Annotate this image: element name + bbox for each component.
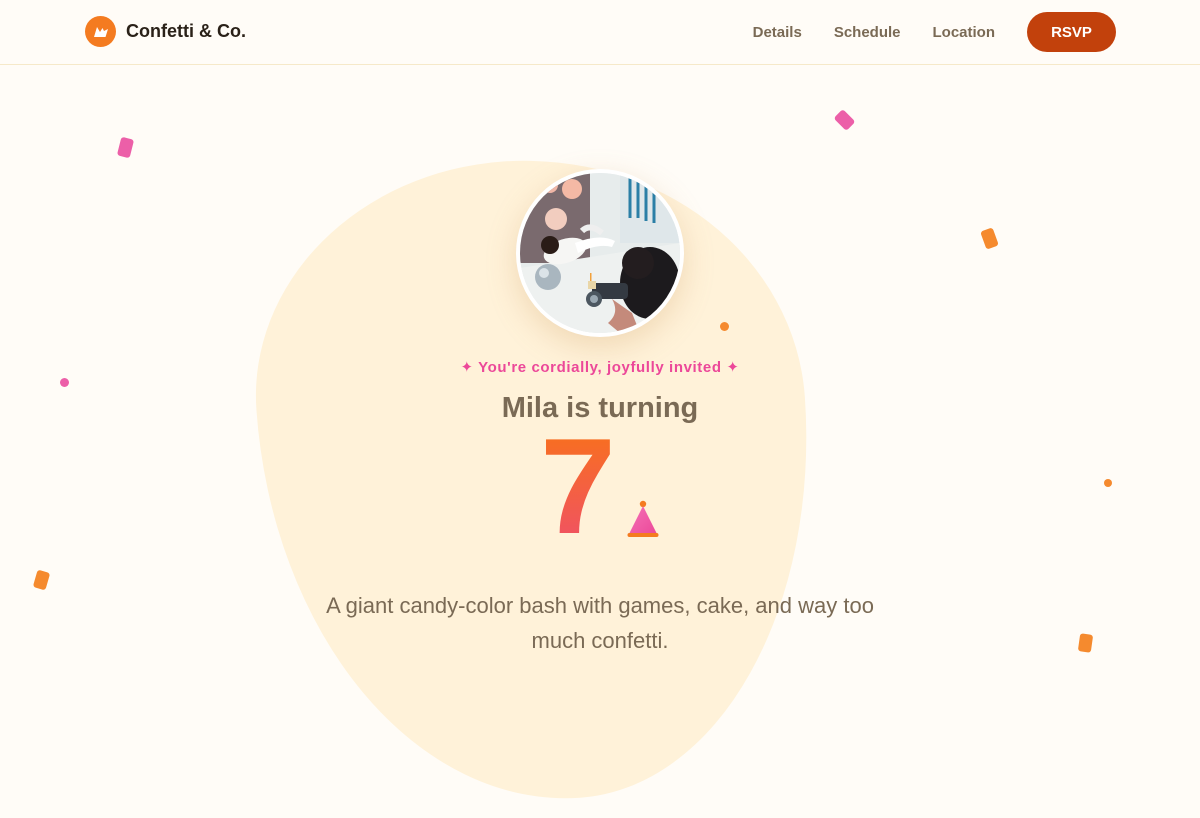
nav-link-schedule[interactable]: Schedule (834, 24, 901, 41)
nav-link-location[interactable]: Location (933, 24, 996, 41)
confetti-piece (980, 227, 999, 250)
party-description: A giant candy-color bash with games, cak… (326, 593, 874, 653)
main-nav: Details Schedule Location RSVP (753, 12, 1116, 52)
confetti-piece (833, 109, 856, 131)
nav-link-details[interactable]: Details (753, 24, 802, 41)
age-number: 7 (528, 418, 628, 554)
party-sparkle-icon (85, 16, 116, 47)
brand-name: Confetti & Co. (126, 21, 246, 41)
brand-link[interactable]: Confetti & Co. (85, 16, 246, 47)
confetti-piece (1104, 479, 1112, 487)
site-header: Confetti & Co. Details Schedule Location… (0, 0, 1200, 65)
confetti-piece (1077, 633, 1094, 653)
confetti-piece (60, 378, 69, 387)
party-photo (516, 169, 684, 337)
party-photo-image (520, 173, 680, 333)
confetti-piece (116, 136, 135, 159)
party-hat-icon (626, 500, 660, 540)
confetti-piece (720, 322, 729, 331)
confetti-piece (32, 569, 51, 591)
rsvp-button[interactable]: RSVP (1027, 12, 1116, 52)
invite-tagline: ✦ You're cordially, joyfully invited ✦ (460, 359, 740, 376)
